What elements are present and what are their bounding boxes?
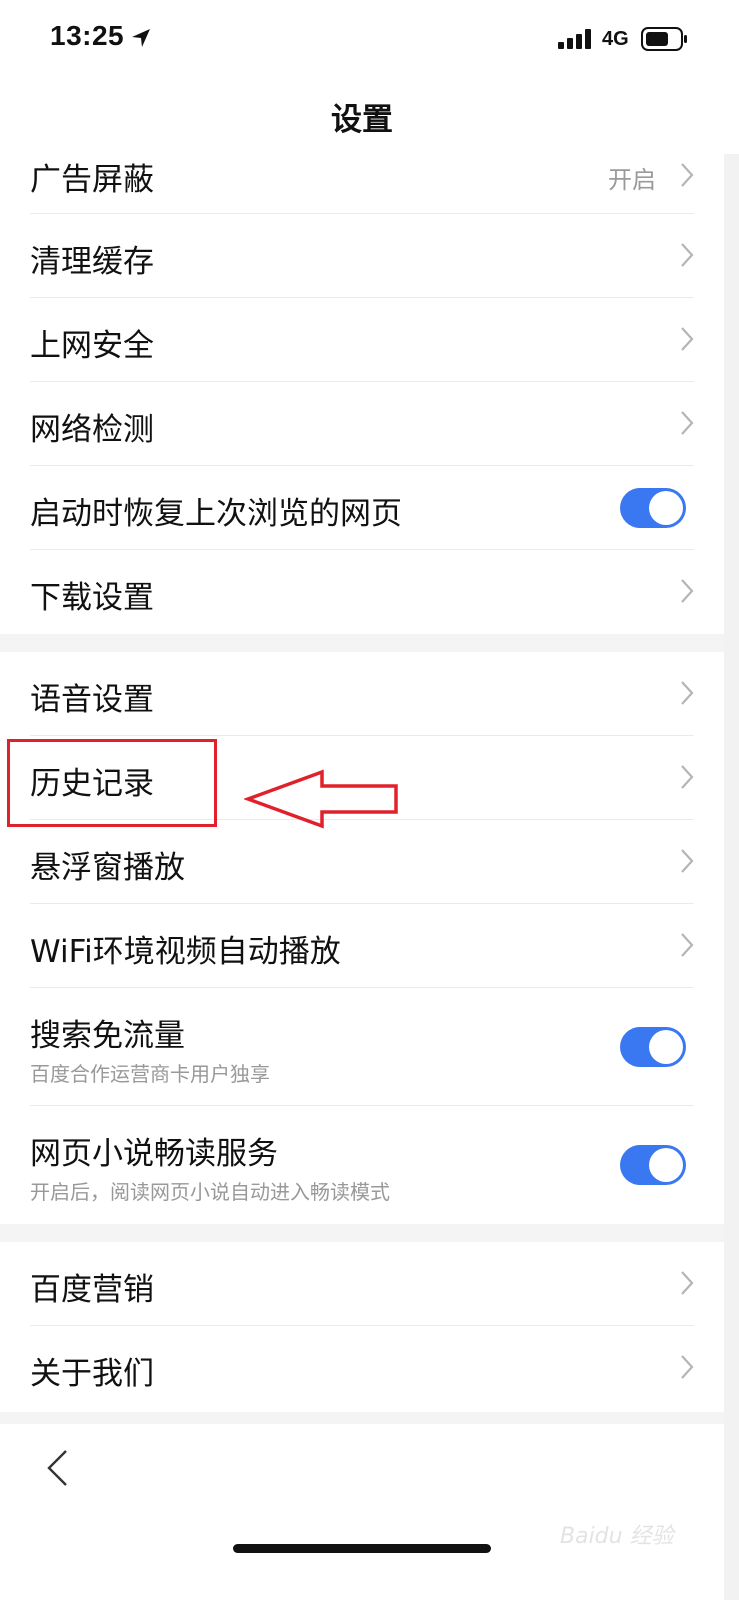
section-gap xyxy=(0,1412,724,1424)
settings-item-about[interactable]: 关于我们 xyxy=(0,1326,724,1410)
settings-item-float-window[interactable]: 悬浮窗播放 xyxy=(0,820,724,904)
settings-item-label: 启动时恢复上次浏览的网页 xyxy=(30,496,402,532)
location-arrow-icon xyxy=(132,29,150,47)
section-gap xyxy=(0,1224,724,1242)
settings-item-download[interactable]: 下载设置 xyxy=(0,550,724,634)
toggle-knob xyxy=(649,1148,683,1182)
toggle-knob xyxy=(649,491,683,525)
settings-item-network-check[interactable]: 网络检测 xyxy=(0,382,724,466)
network-type: 4G xyxy=(602,28,629,50)
chevron-right-icon xyxy=(681,765,694,789)
novel-reader-toggle[interactable] xyxy=(620,1145,686,1185)
settings-item-baidu-marketing[interactable]: 百度营销 xyxy=(0,1242,724,1326)
chevron-right-icon xyxy=(681,243,694,267)
cellular-signal-icon xyxy=(558,29,591,49)
battery-icon xyxy=(641,27,687,51)
annotation-arrow-icon xyxy=(244,769,398,829)
chevron-right-icon xyxy=(681,1271,694,1295)
page-title: 设置 xyxy=(331,102,393,138)
settings-item-label: WiFi环境视频自动播放 xyxy=(30,934,341,970)
restore-last-toggle[interactable] xyxy=(620,488,686,528)
chevron-right-icon xyxy=(681,411,694,435)
settings-item-subtitle: 百度合作运营商卡用户独享 xyxy=(30,1062,270,1086)
chevron-right-icon xyxy=(681,849,694,873)
settings-item-label: 搜索免流量 xyxy=(30,1018,185,1054)
settings-item-label: 悬浮窗播放 xyxy=(30,850,185,886)
search-free-data-toggle[interactable] xyxy=(620,1027,686,1067)
baidu-watermark: Baidu 经验 xyxy=(560,1510,690,1560)
home-indicator xyxy=(233,1544,491,1553)
status-time: 13:25 xyxy=(50,20,125,51)
settings-item-label: 下载设置 xyxy=(30,580,154,616)
settings-item-label: 上网安全 xyxy=(30,328,154,364)
settings-item-web-security[interactable]: 上网安全 xyxy=(0,298,724,382)
settings-item-label: 关于我们 xyxy=(30,1356,154,1392)
section-gap xyxy=(0,634,724,652)
settings-item-label: 网页小说畅读服务 xyxy=(30,1136,278,1172)
scroll-edge xyxy=(724,154,739,1600)
settings-item-subtitle: 开启后，阅读网页小说自动进入畅读模式 xyxy=(30,1180,390,1204)
settings-item-label: 语音设置 xyxy=(30,682,154,718)
chevron-right-icon xyxy=(681,681,694,705)
settings-item-wifi-autoplay[interactable]: WiFi环境视频自动播放 xyxy=(0,904,724,988)
settings-item-restore-last: 启动时恢复上次浏览的网页 xyxy=(0,466,724,550)
settings-item-value: 开启 xyxy=(608,166,656,194)
settings-item-novel-reader: 网页小说畅读服务 开启后，阅读网页小说自动进入畅读模式 xyxy=(0,1106,724,1224)
settings-item-voice[interactable]: 语音设置 xyxy=(0,652,724,736)
settings-item-clear-cache[interactable]: 清理缓存 xyxy=(0,214,724,298)
settings-item-label: 清理缓存 xyxy=(30,244,154,280)
status-bar: 13:25 4G xyxy=(0,0,739,80)
settings-item-ad-block[interactable]: 广告屏蔽 开启 xyxy=(0,134,724,214)
settings-item-search-free-data: 搜索免流量 百度合作运营商卡用户独享 xyxy=(0,988,724,1106)
annotation-highlight-box xyxy=(7,739,217,827)
back-arrow-icon[interactable] xyxy=(40,1448,74,1488)
chevron-right-icon xyxy=(681,327,694,351)
chevron-right-icon xyxy=(681,1355,694,1379)
chevron-right-icon xyxy=(681,163,694,187)
watermark-text: Baidu 经验 xyxy=(560,1524,674,1549)
toggle-knob xyxy=(649,1030,683,1064)
chevron-right-icon xyxy=(681,933,694,957)
chevron-right-icon xyxy=(681,579,694,603)
settings-item-label: 广告屏蔽 xyxy=(30,162,154,198)
settings-item-label: 百度营销 xyxy=(30,1272,154,1308)
settings-item-label: 网络检测 xyxy=(30,412,154,448)
